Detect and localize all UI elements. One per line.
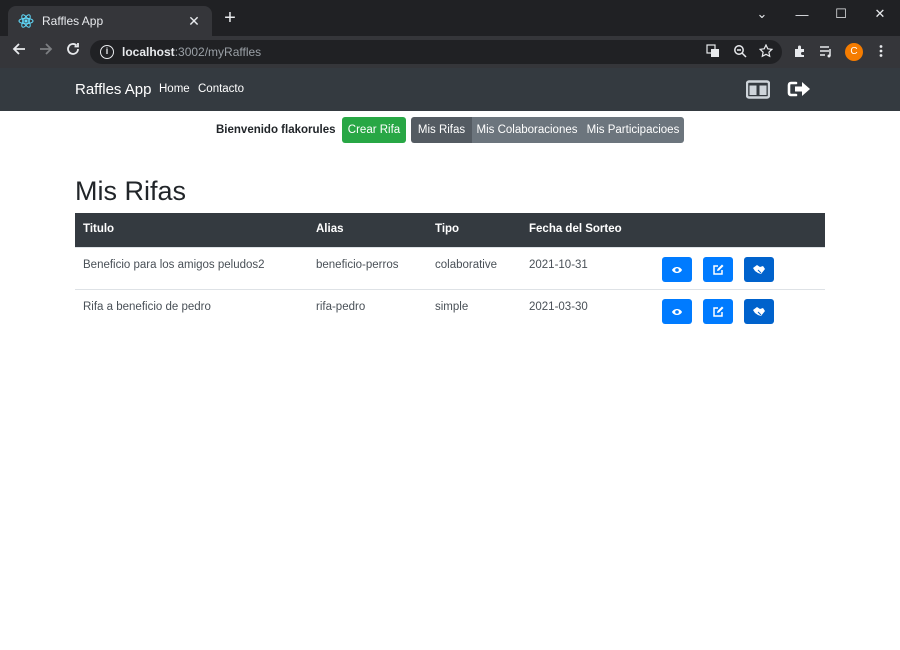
handshake-icon [753, 306, 765, 316]
raffle-view-segments: Mis Rifas Mis Colaboraciones Mis Partici… [411, 117, 684, 143]
col-header-tipo: Tipo [435, 223, 460, 235]
maximize-button[interactable]: ☐ [821, 0, 861, 28]
minimize-button[interactable]: — [782, 0, 822, 28]
raffles-table: Titulo Alias Tipo Fecha del Sorteo Benef… [75, 213, 825, 331]
tab-mis-rifas[interactable]: Mis Rifas [411, 117, 472, 143]
tab-search-button[interactable]: ⌄ [742, 0, 782, 28]
cell-titulo: Rifa a beneficio de pedro [83, 301, 211, 313]
media-control-icon[interactable] [818, 44, 834, 60]
edit-raffle-button[interactable] [703, 257, 733, 282]
edit-icon [713, 264, 724, 275]
handshake-icon [753, 264, 765, 274]
profile-avatar[interactable]: C [845, 43, 863, 61]
table-row: Rifa a beneficio de pedro rifa-pedro sim… [75, 289, 825, 331]
forward-button[interactable] [36, 42, 56, 62]
cell-tipo: colaborative [435, 259, 498, 271]
logout-icon[interactable] [787, 78, 811, 100]
table-row: Beneficio para los amigos peludos2 benef… [75, 247, 825, 289]
create-raffle-button[interactable]: Crear Rifa [342, 117, 406, 143]
browser-menu-icon[interactable] [873, 44, 889, 60]
close-window-button[interactable]: ✕ [860, 0, 900, 28]
cell-fecha: 2021-03-30 [529, 301, 588, 313]
col-header-fecha: Fecha del Sorteo [529, 223, 622, 235]
browser-tabstrip: Raffles App ✕ + ⌄ — ☐ ✕ [0, 0, 900, 36]
col-header-titulo: Titulo [83, 223, 115, 235]
new-tab-button[interactable]: + [220, 8, 240, 28]
tab-mis-colaboraciones[interactable]: Mis Colaboraciones [472, 117, 582, 143]
view-raffle-button[interactable] [662, 257, 692, 282]
table-header: Titulo Alias Tipo Fecha del Sorteo [75, 213, 825, 247]
welcome-text: Bienvenido flakorules [216, 124, 336, 136]
app-navbar: Raffles App Home Contacto [0, 68, 900, 111]
brand-link[interactable]: Raffles App [75, 81, 151, 98]
reload-button[interactable] [63, 42, 83, 62]
cell-fecha: 2021-10-31 [529, 259, 588, 271]
edit-icon [713, 306, 724, 317]
col-header-alias: Alias [316, 223, 344, 235]
nav-link-contacto[interactable]: Contacto [198, 83, 244, 95]
arrow-right-icon [40, 43, 53, 55]
tab-close-icon[interactable]: ✕ [186, 13, 202, 30]
tab-mis-participaciones[interactable]: Mis Participacioes [582, 117, 684, 143]
cell-titulo: Beneficio para los amigos peludos2 [83, 259, 265, 271]
cell-tipo: simple [435, 301, 469, 313]
page-title: Mis Rifas [75, 176, 187, 206]
extensions-icon[interactable] [792, 44, 808, 60]
columns-layout-icon[interactable] [746, 80, 770, 99]
browser-tab[interactable]: Raffles App ✕ [8, 6, 212, 36]
eye-icon [672, 308, 682, 315]
cell-alias: rifa-pedro [316, 301, 366, 313]
zoom-icon[interactable] [732, 44, 748, 60]
arrow-left-icon [12, 43, 25, 55]
cell-alias: beneficio-perros [316, 259, 399, 271]
collaborators-button[interactable] [744, 257, 774, 282]
nav-link-home[interactable]: Home [159, 83, 190, 95]
view-raffle-button[interactable] [662, 299, 692, 324]
react-icon [18, 14, 34, 28]
url-text: localhost:3002/myRaffles [122, 45, 262, 59]
eye-icon [672, 266, 682, 273]
bookmark-star-icon[interactable] [758, 43, 774, 60]
back-button[interactable] [9, 42, 29, 62]
browser-toolbar: i localhost:3002/myRaffles C [0, 36, 900, 68]
tab-title: Raffles App [42, 14, 104, 28]
info-icon[interactable]: i [100, 45, 114, 59]
edit-raffle-button[interactable] [703, 299, 733, 324]
address-bar[interactable]: i localhost:3002/myRaffles [90, 40, 782, 64]
reload-icon [67, 43, 79, 55]
translate-icon[interactable] [705, 44, 721, 60]
collaborators-button[interactable] [744, 299, 774, 324]
